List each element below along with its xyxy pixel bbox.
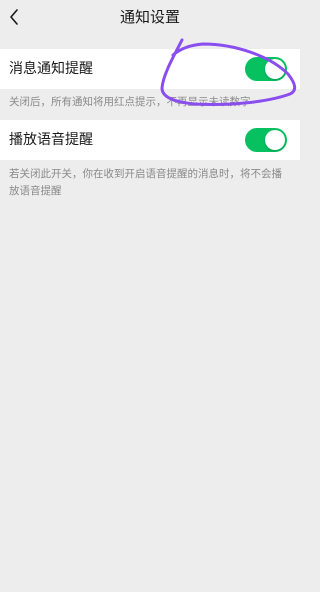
- setting-label: 播放语音提醒: [9, 132, 93, 148]
- toggle-knob: [265, 59, 285, 79]
- setting-label: 消息通知提醒: [9, 61, 93, 77]
- setting-row-voice-reminder[interactable]: 播放语音提醒: [0, 120, 300, 160]
- message-notification-toggle[interactable]: [245, 57, 287, 81]
- setting-note: 关闭后，所有通知将用红点提示，不再显示未读数字: [9, 96, 251, 108]
- voice-reminder-toggle[interactable]: [245, 128, 287, 152]
- toggle-knob: [265, 130, 285, 150]
- setting-row-message-notification[interactable]: 消息通知提醒: [0, 49, 300, 89]
- setting-note: 若关闭此开关，你在收到开启语音提醒的消息时，将不会播放语音提醒: [9, 168, 282, 197]
- navigation-bar: 通知设置: [0, 0, 300, 34]
- page-title: 通知设置: [119, 8, 180, 26]
